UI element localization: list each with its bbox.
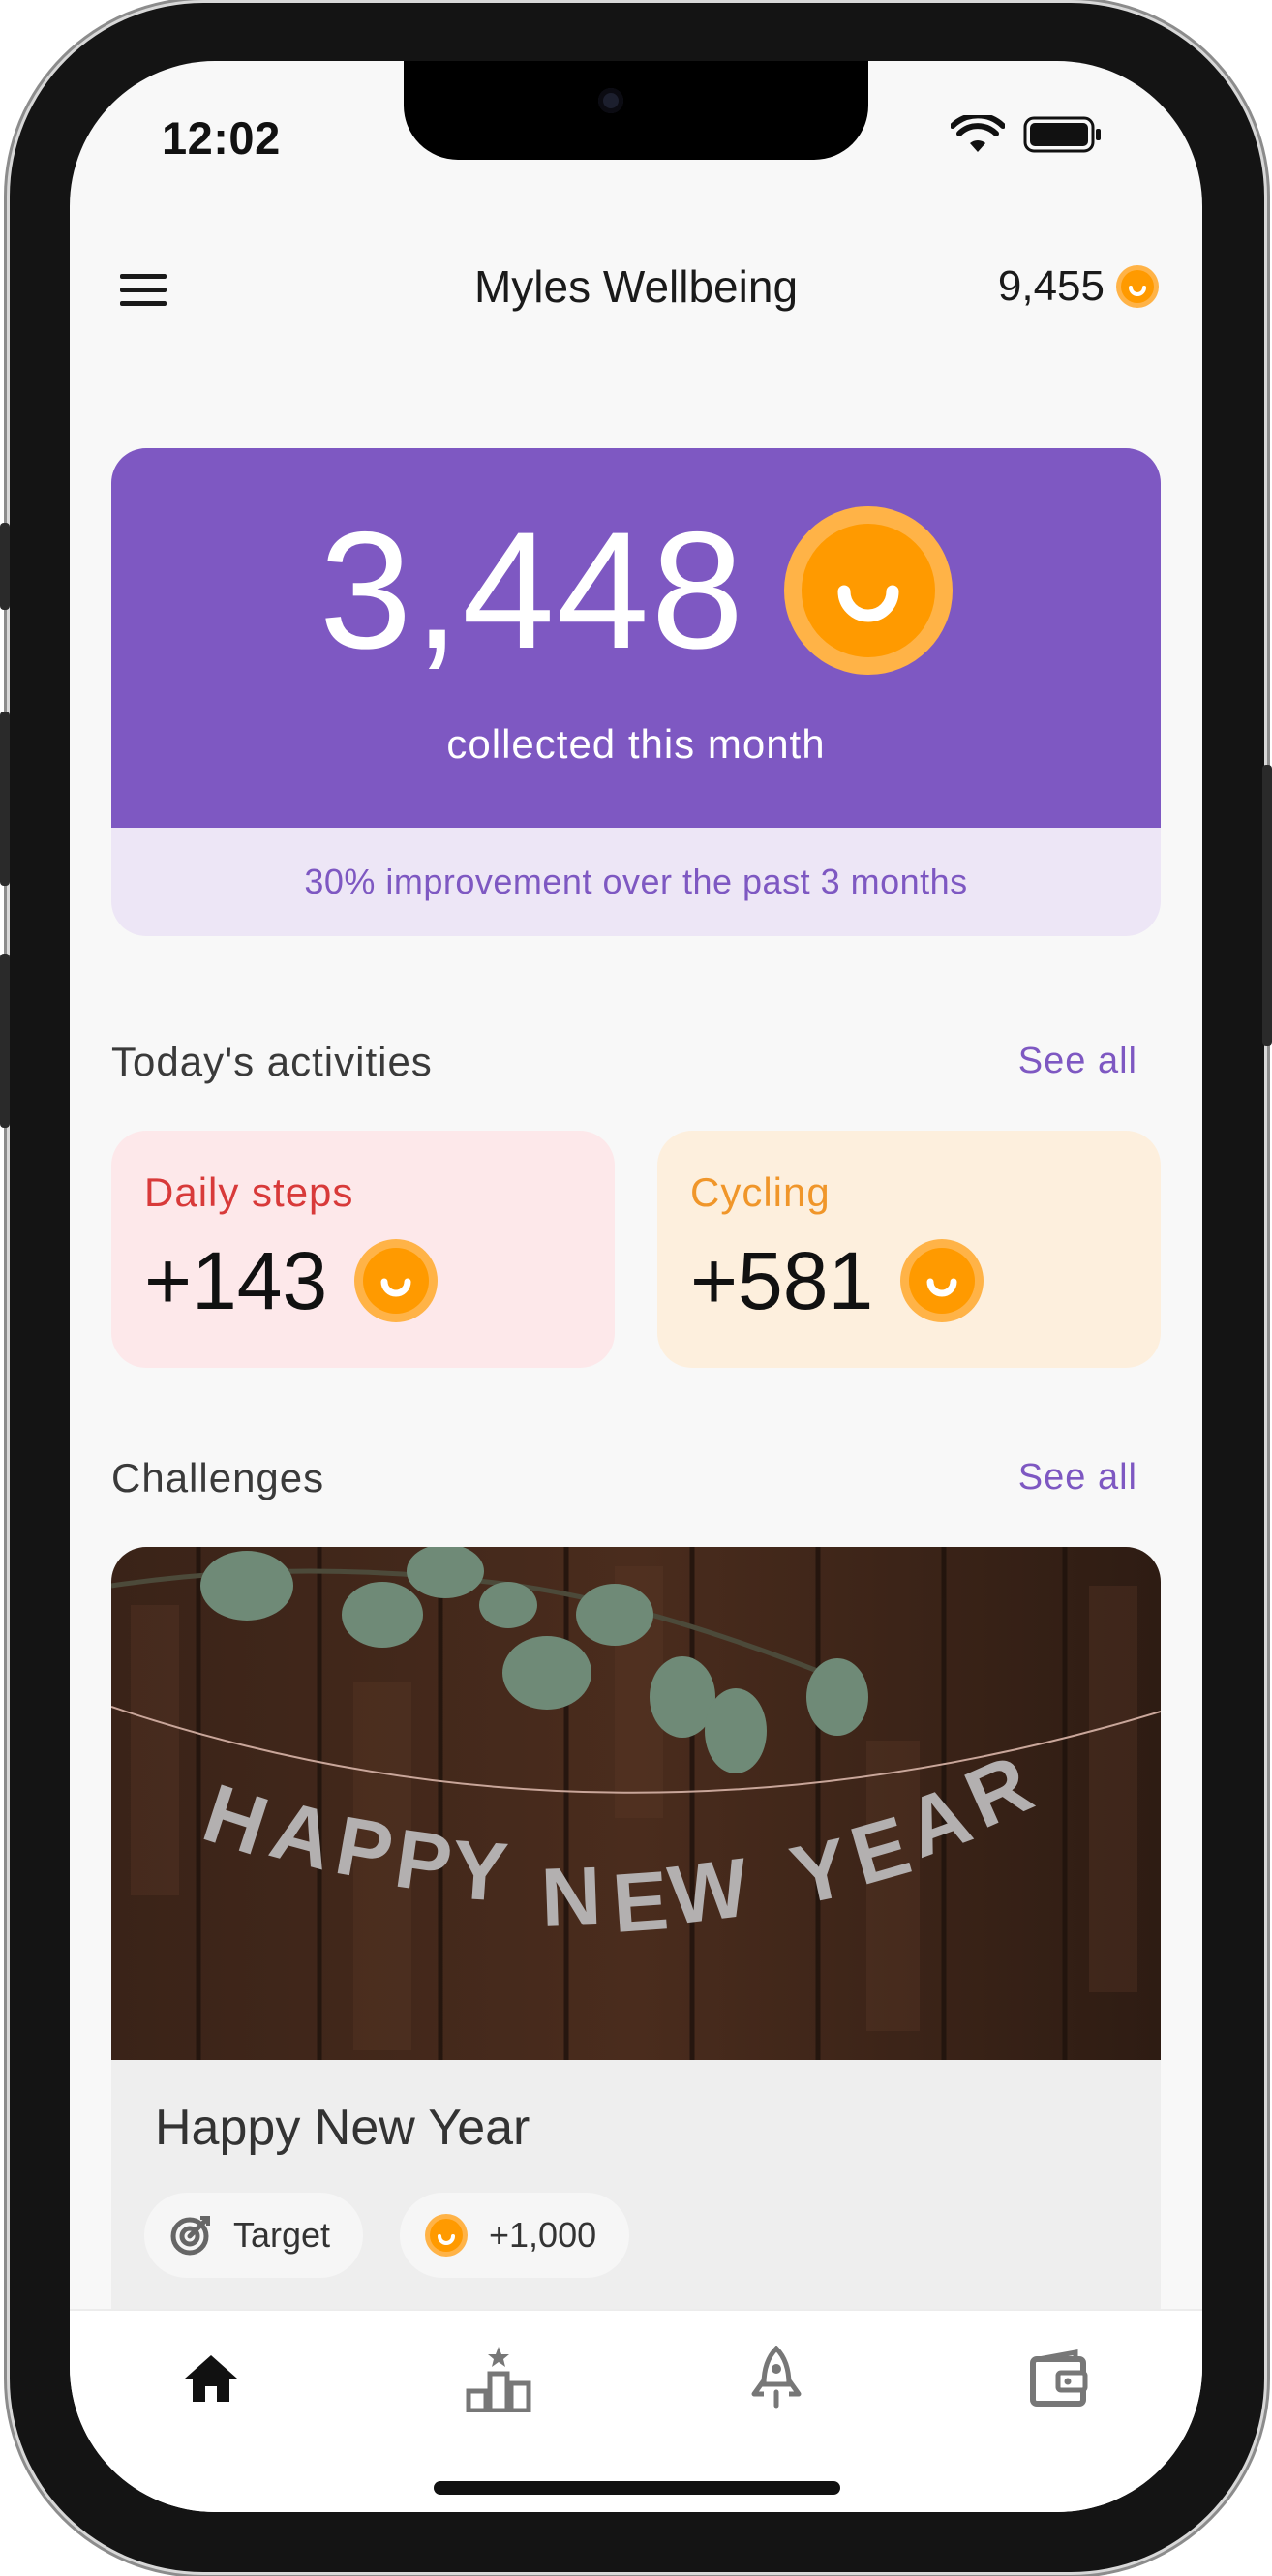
svg-text:E: E [610, 1854, 672, 1951]
challenge-reward-chip: +1,000 [400, 2193, 630, 2278]
front-camera [598, 88, 623, 113]
activity-points: +581 [690, 1239, 984, 1322]
nav-rocket[interactable] [738, 2340, 815, 2417]
notch [404, 61, 868, 160]
svg-text:W: W [664, 1841, 754, 1943]
activity-points: +143 [144, 1235, 439, 1326]
challenges-see-all-link[interactable]: See all [1018, 1457, 1137, 1499]
challenges-section-title: Challenges [111, 1455, 325, 1500]
activities-section-title: Today's activities [111, 1039, 433, 1084]
home-icon [185, 2355, 237, 2402]
coin-icon [1116, 265, 1159, 308]
challenge-card[interactable]: H A P P Y N E W Y E A R Happy New Year T… [111, 1547, 1161, 2418]
activity-points-value: +143 [144, 1235, 328, 1326]
challenge-target-chip: Target [144, 2193, 364, 2278]
coin-icon [900, 1239, 984, 1322]
leaderboard-icon [466, 2347, 531, 2412]
challenge-image: H A P P Y N E W Y E A R [111, 1547, 1161, 2060]
coin-icon [354, 1239, 439, 1322]
points-balance[interactable]: 9,455 [998, 262, 1159, 311]
status-time: 12:02 [162, 112, 281, 164]
nav-leaderboard[interactable] [460, 2340, 537, 2417]
svg-text:N: N [539, 1850, 602, 1945]
volume-down-button [0, 954, 10, 1128]
activity-label: Daily steps [144, 1169, 354, 1215]
nav-wallet[interactable] [1021, 2340, 1099, 2417]
activity-card-daily-steps[interactable]: Daily steps +143 [111, 1131, 615, 1368]
app-screen: 12:02 Myles Wellbeing 9,455 3,448 collec… [70, 61, 1202, 2512]
monthly-total-caption: collected this month [446, 721, 826, 767]
activity-points-value: +581 [690, 1235, 874, 1326]
svg-text:Y: Y [449, 1823, 511, 1920]
activity-label: Cycling [690, 1169, 831, 1215]
power-button [1262, 765, 1272, 1046]
nav-home[interactable] [172, 2340, 250, 2417]
wifi-icon [951, 115, 1005, 152]
home-indicator[interactable] [434, 2481, 840, 2495]
coin-icon [784, 506, 954, 675]
monthly-summary-card[interactable]: 3,448 collected this month 30% improveme… [111, 448, 1161, 936]
coin-icon [425, 2214, 468, 2257]
target-icon [170, 2216, 210, 2256]
monthly-total: 3,448 [111, 506, 1161, 675]
mute-switch [0, 523, 10, 610]
challenge-reward-label: +1,000 [489, 2215, 597, 2255]
wallet-icon [1030, 2349, 1088, 2407]
monthly-total-value: 3,448 [318, 498, 746, 683]
challenge-title: Happy New Year [155, 2100, 530, 2156]
battery-icon [1023, 116, 1101, 153]
activities-see-all-link[interactable]: See all [1018, 1041, 1137, 1082]
activity-card-cycling[interactable]: Cycling +581 [657, 1131, 1161, 1368]
monthly-summary-header: 3,448 collected this month [111, 448, 1161, 828]
volume-up-button [0, 712, 10, 886]
challenge-target-label: Target [233, 2215, 331, 2255]
rocket-icon [751, 2346, 802, 2409]
points-balance-value: 9,455 [997, 262, 1105, 310]
improvement-text: 30% improvement over the past 3 months [304, 862, 968, 901]
